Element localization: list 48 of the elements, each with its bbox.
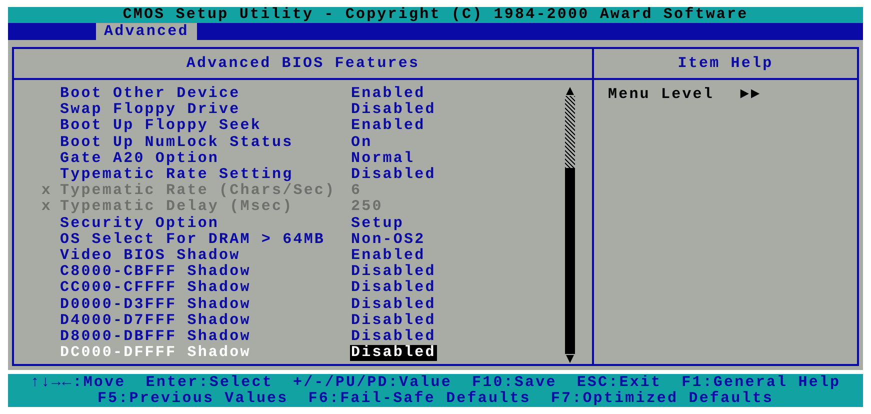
setting-label[interactable]: OS Select For DRAM > 64MB [60,232,350,248]
key-hint: ↑↓→←:Move [30,374,126,390]
key-hint: F1:General Help [682,374,841,390]
help-value: ►► [740,87,762,103]
key-hint: Enter:Select [146,374,273,390]
setting-label[interactable]: Boot Other Device [60,86,350,102]
setting-value[interactable]: Disabled [350,167,437,184]
window-title: CMOS Setup Utility - Copyright (C) 1984-2000 Award Software [122,7,748,23]
setting-label[interactable]: C8000-CBFFF Shadow [60,264,350,280]
setting-label[interactable]: Boot Up NumLock Status [60,134,350,151]
setting-label[interactable]: Video BIOS Shadow [60,248,350,264]
setting-value[interactable]: Setup [350,216,406,232]
disabled-marker: x [41,183,52,200]
setting-label[interactable]: Swap Floppy Drive [60,102,350,118]
setting-value[interactable]: Enabled [350,118,426,134]
setting-label[interactable]: Typematic Rate Setting [60,167,350,184]
setting-label[interactable]: D8000-DBFFF Shadow [60,328,350,345]
setting-value[interactable]: Non-OS2 [350,232,426,248]
key-hint: +/-/PU/PD:Value [292,374,452,390]
disabled-marker: x [41,199,52,216]
setting-value[interactable]: Disabled [350,296,437,313]
setting-value[interactable]: On [350,134,374,151]
setting-value[interactable]: Disabled [350,312,437,329]
setting-value[interactable]: Enabled [350,86,426,102]
help-title: Item Help [678,56,774,72]
scroll-thumb[interactable] [565,96,575,168]
scrollbar[interactable] [564,86,576,364]
setting-label[interactable]: Boot Up Floppy Seek [60,118,350,134]
setting-value[interactable]: Disabled [350,328,437,345]
panel-title: Advanced BIOS Features [186,56,420,72]
setting-label[interactable]: CC000-CFFFF Shadow [60,280,350,296]
setting-label[interactable]: D4000-D7FFF Shadow [60,312,350,329]
setting-label[interactable]: Gate A20 Option [60,150,350,167]
setting-value[interactable]: Disabled [350,102,437,118]
setting-label[interactable]: Security Option [60,216,350,232]
setting-value[interactable]: Normal [350,150,416,167]
key-hint: F10:Save [472,374,557,390]
setting-label[interactable]: D0000-D3FFF Shadow [60,296,350,313]
key-hint: ESC:Exit [576,374,662,390]
key-hint: F6:Fail-Safe Defaults [308,390,531,406]
key-hint: F7:Optimized Defaults [550,390,774,406]
setting-value[interactable]: Disabled [350,345,437,362]
menu-tab[interactable]: Advanced [96,23,197,40]
setting-value[interactable]: Disabled [350,280,437,296]
setting-value[interactable]: Enabled [350,248,426,264]
setting-value[interactable]: Disabled [350,264,437,280]
help-label: Menu Level [608,87,714,103]
key-hint: F5:Previous Values [97,390,288,406]
